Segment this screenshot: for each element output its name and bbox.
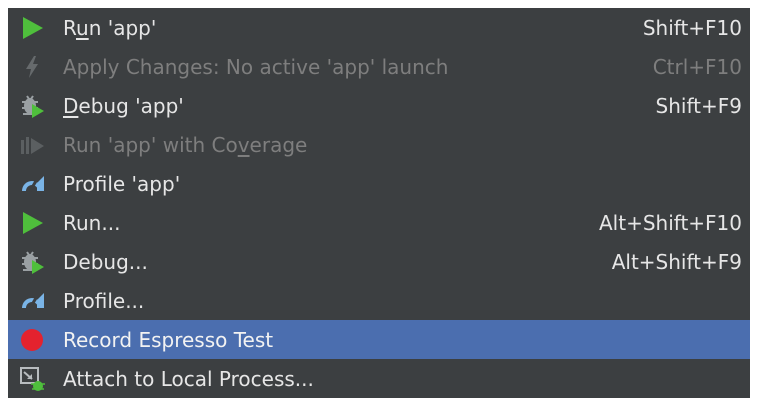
menu-item-label: Profile 'app'	[63, 171, 180, 197]
record-icon	[18, 327, 46, 353]
menu-item-run-with-coverage[interactable]: Run 'app' with Coverage	[8, 125, 750, 164]
menu-item-label: Run 'app' with Coverage	[63, 132, 307, 158]
keyboard-shortcut: Ctrl+F10	[652, 55, 742, 79]
menu-item-attach-to-local-process[interactable]: Attach to Local Process...	[8, 359, 750, 398]
menu-item-apply-changes[interactable]: Apply Changes: No active 'app' launch Ctr…	[8, 47, 750, 86]
mnemonic-letter: v	[237, 133, 250, 157]
label-text: Run...	[63, 211, 121, 235]
menu-item-record-espresso-test[interactable]: Record Espresso Test	[8, 320, 750, 359]
profile-icon	[18, 288, 46, 314]
label-text: Profile 'app'	[63, 172, 181, 196]
menu-item-label: Apply Changes: No active 'app' launch	[63, 54, 448, 80]
menu-item-label: Run 'app'	[63, 15, 156, 41]
menu-item-label: Profile...	[63, 288, 144, 314]
menu-item-label: Debug...	[63, 249, 148, 275]
menu-item-label: Run...	[63, 210, 120, 236]
debug-icon	[18, 93, 46, 119]
menu-item-label: Debug 'app'	[63, 93, 184, 119]
label-text: Profile...	[63, 289, 145, 313]
menu-item-run-app[interactable]: Run 'app' Shift+F10	[8, 8, 750, 47]
run-icon	[18, 210, 46, 236]
menu-item-profile-app[interactable]: Profile 'app'	[8, 164, 750, 203]
keyboard-shortcut: Shift+F9	[655, 94, 742, 118]
attach-process-icon	[18, 366, 46, 392]
label-text: ebug 'app'	[78, 94, 184, 118]
mnemonic-letter: D	[63, 94, 79, 118]
menu-item-run-dots[interactable]: Run... Alt+Shift+F10	[8, 203, 750, 242]
label-text: n 'app'	[88, 16, 157, 40]
menu-item-label: Record Espresso Test	[63, 327, 273, 353]
coverage-icon	[18, 132, 46, 158]
debug-icon	[18, 249, 46, 275]
keyboard-shortcut: Shift+F10	[642, 16, 742, 40]
label-text: Run 'app' with Co	[63, 133, 238, 157]
run-icon	[18, 15, 46, 41]
run-menu: Run 'app' Shift+F10 Apply Changes: No acti…	[8, 8, 750, 398]
label-text: Record Espresso Test	[63, 328, 274, 352]
mnemonic-letter: u	[76, 16, 89, 40]
menu-item-debug-dots[interactable]: Debug... Alt+Shift+F9	[8, 242, 750, 281]
keyboard-shortcut: Alt+Shift+F9	[611, 250, 742, 274]
profile-icon	[18, 171, 46, 197]
label-text: erage	[249, 133, 308, 157]
menu-item-profile-dots[interactable]: Profile...	[8, 281, 750, 320]
label-text: Apply Changes: No active 'app' launch	[63, 55, 449, 79]
label-text: Attach to Local Process...	[63, 367, 314, 391]
label-text: R	[63, 16, 76, 40]
keyboard-shortcut: Alt+Shift+F10	[598, 211, 742, 235]
label-text: Debug...	[63, 250, 148, 274]
menu-item-label: Attach to Local Process...	[63, 366, 314, 392]
menu-item-debug-app[interactable]: Debug 'app' Shift+F9	[8, 86, 750, 125]
apply-changes-icon	[18, 54, 46, 80]
